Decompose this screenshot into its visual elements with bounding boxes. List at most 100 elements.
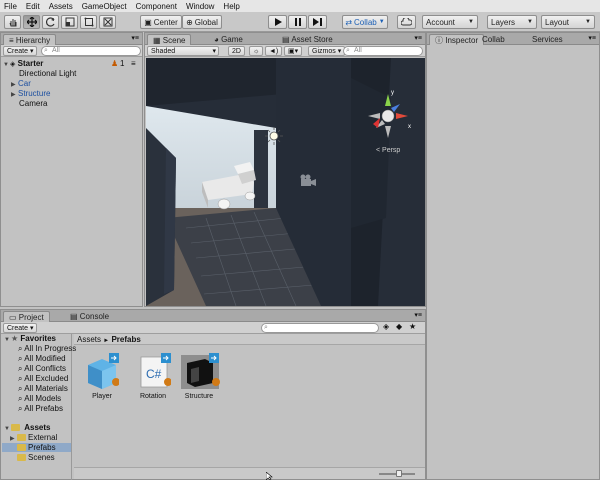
audio-toggle[interactable]: ◄) xyxy=(265,46,283,56)
search-icon: ⌕ xyxy=(18,394,23,403)
menu-gameobject[interactable]: GameObject xyxy=(82,2,127,11)
shading-dropdown[interactable]: Shaded ▾ xyxy=(147,46,219,56)
console-icon: ▤ xyxy=(70,312,80,321)
prefab-cube-icon xyxy=(88,353,120,389)
favorite-item[interactable]: ⌕ All In Progress xyxy=(18,344,76,354)
tab-services[interactable]: Services xyxy=(527,34,568,45)
asset-label: Player xyxy=(92,393,112,400)
hand-tool-button[interactable] xyxy=(4,15,21,29)
project-create-button[interactable]: Create ▾ xyxy=(3,323,38,333)
slider-thumb[interactable] xyxy=(396,470,402,477)
menu-edit[interactable]: Edit xyxy=(26,2,40,11)
scene-viewport[interactable]: y x < Persp xyxy=(146,58,425,306)
asset-item-rotation[interactable]: C# Rotation xyxy=(137,353,177,401)
tab-collab-history[interactable]: Collab History xyxy=(477,34,525,45)
tab-project[interactable]: ▭ Project xyxy=(3,311,50,322)
hierarchy-create-button[interactable]: Create ▾ xyxy=(3,46,38,56)
chevron-down-icon: ▼ xyxy=(468,19,474,25)
tab-asset-store[interactable]: ▤ Asset Store xyxy=(277,34,338,45)
menu-component[interactable]: Component xyxy=(136,2,177,11)
favorites-header[interactable]: ▼★ Favorites xyxy=(4,334,56,343)
rotate-tool-button[interactable] xyxy=(42,15,59,29)
asset-item-structure[interactable]: Structure xyxy=(181,353,221,401)
tab-game[interactable]: ◕ Game xyxy=(209,34,248,45)
favorite-item[interactable]: ⌕ All Excluded xyxy=(18,374,68,384)
folder-label: Prefabs xyxy=(28,443,56,452)
hierarchy-scene-row[interactable]: ▼◈ Starter ♟ 1 ≡ xyxy=(3,59,140,68)
favorite-label: All In Progress xyxy=(24,344,77,353)
favorite-item[interactable]: ⌕ All Conflicts xyxy=(18,364,66,374)
search-icon: ⌕ xyxy=(264,324,268,331)
triangle-down-icon: ▼ xyxy=(3,62,9,68)
asset-folder-external[interactable]: ▶ External xyxy=(10,433,57,442)
menu-assets[interactable]: Assets xyxy=(49,2,73,11)
transform-tool-button[interactable] xyxy=(99,15,116,29)
panel-menu-icon[interactable]: ▾≡ xyxy=(414,311,422,319)
space-toggle[interactable]: ⊕ Global xyxy=(182,15,222,29)
favorite-item[interactable]: ⌕ All Materials xyxy=(18,384,68,394)
filter-label-icon[interactable]: ◆ xyxy=(396,322,402,331)
filter-type-icon[interactable]: ◈ xyxy=(383,322,389,331)
gizmos-dropdown[interactable]: Gizmos ▾ xyxy=(308,46,346,56)
tab-inspector[interactable]: ⓘ Inspector xyxy=(429,34,485,45)
panel-menu-icon[interactable]: ▾≡ xyxy=(131,34,139,42)
effects-dropdown[interactable]: ▣▾ xyxy=(284,46,303,56)
project-tabbar: ▭ Project ▤ Console ▾≡ xyxy=(1,310,425,322)
favorite-item[interactable]: ⌕ All Prefabs xyxy=(18,404,63,414)
menu-file[interactable]: File xyxy=(4,2,17,11)
step-button[interactable] xyxy=(308,15,327,29)
rotate-icon xyxy=(45,17,55,27)
favorite-label: All Models xyxy=(24,394,62,403)
prefab-structure-icon xyxy=(181,353,220,389)
tab-asset-store-label: Asset Store xyxy=(291,35,333,44)
tab-console[interactable]: ▤ Console xyxy=(65,311,114,322)
mode-2d-toggle[interactable]: 2D xyxy=(228,46,245,56)
script-glyph: C# xyxy=(146,367,162,381)
cloud-button[interactable] xyxy=(397,15,416,29)
lighting-toggle[interactable]: ☼ xyxy=(249,46,264,56)
star-icon[interactable]: ★ xyxy=(409,322,416,331)
menu-window[interactable]: Window xyxy=(186,2,214,11)
tab-hierarchy[interactable]: ≡ Hierarchy xyxy=(3,34,57,45)
project-search-input[interactable]: ⌕ xyxy=(261,323,379,333)
collab-icon: ⇄ xyxy=(345,17,353,27)
account-dropdown[interactable]: Account ▼ xyxy=(422,15,478,29)
rect-tool-button[interactable] xyxy=(80,15,97,29)
favorite-item[interactable]: ⌕ All Models xyxy=(18,394,61,404)
search-placeholder: All xyxy=(52,47,60,54)
scale-tool-button[interactable] xyxy=(61,15,78,29)
asset-folder-prefabs[interactable]: Prefabs xyxy=(2,443,71,452)
tab-scene[interactable]: ▦ Scene xyxy=(147,34,192,45)
scene-search-input[interactable]: ⌕ All xyxy=(343,46,423,56)
layers-dropdown[interactable]: Layers ▼ xyxy=(487,15,537,29)
hierarchy-item-structure[interactable]: ▶ Structure xyxy=(11,89,50,98)
asset-folder-scenes[interactable]: Scenes xyxy=(17,453,55,462)
transform-icon xyxy=(103,17,112,27)
breadcrumb-root[interactable]: Assets xyxy=(77,335,101,344)
pause-button[interactable] xyxy=(288,15,307,29)
projection-label[interactable]: < Persp xyxy=(376,147,400,154)
scene-menu-icon[interactable]: ≡ xyxy=(131,59,136,68)
hierarchy-item[interactable]: Directional Light xyxy=(19,69,76,78)
hierarchy-item-car[interactable]: ▶ Car xyxy=(11,79,31,88)
mouse-cursor-icon xyxy=(266,472,273,480)
hierarchy-item[interactable]: Camera xyxy=(19,99,47,108)
layout-dropdown[interactable]: Layout ▼ xyxy=(541,15,595,29)
shading-label: Shaded xyxy=(151,48,176,55)
panel-menu-icon[interactable]: ▾≡ xyxy=(588,34,596,42)
gizmo-y-label: y xyxy=(391,90,394,96)
hierarchy-icon: ≡ xyxy=(9,36,16,45)
triangle-down-icon: ▼ xyxy=(4,426,10,432)
assets-header[interactable]: ▼ Assets xyxy=(4,423,50,432)
menu-help[interactable]: Help xyxy=(223,2,239,11)
favorite-label: All Materials xyxy=(24,384,68,393)
hierarchy-search-input[interactable]: ⌕ All xyxy=(41,46,141,56)
pivot-toggle[interactable]: ▣ Center xyxy=(140,15,182,29)
collab-dropdown[interactable]: ⇄ Collab ▼ xyxy=(342,15,388,29)
panel-menu-icon[interactable]: ▾≡ xyxy=(414,34,422,42)
favorite-item[interactable]: ⌕ All Modified xyxy=(18,354,66,364)
favorite-label: All Modified xyxy=(24,354,66,363)
asset-item-player[interactable]: Player xyxy=(85,353,125,401)
play-button[interactable] xyxy=(268,15,287,29)
move-tool-button[interactable] xyxy=(23,15,40,29)
